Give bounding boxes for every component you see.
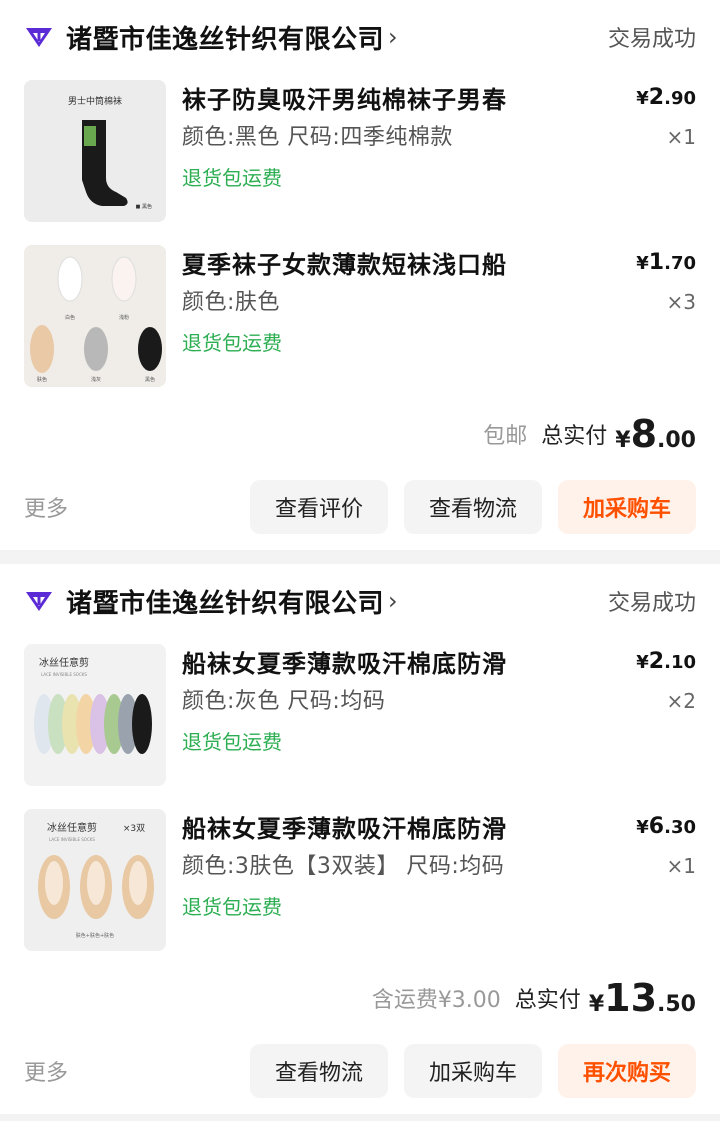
order-item[interactable]: 冰丝任意剪 ×3双 LACE INVISIBLE SOCKS 肤色+肤色+肤色 …	[0, 803, 720, 968]
product-price: ¥2.90	[636, 85, 696, 110]
buy-again-button[interactable]: 再次购买	[558, 1044, 696, 1098]
order-summary: 含运费¥3.00 总实付 ¥13.50	[0, 968, 720, 1028]
svg-text:白色: 白色	[65, 314, 75, 321]
view-logistics-button[interactable]: 查看物流	[404, 480, 542, 534]
order-status: 交易成功	[607, 591, 696, 616]
svg-text:×3双: ×3双	[123, 823, 145, 834]
refund-badge: 退货包运费	[182, 331, 282, 355]
shop-header[interactable]: 诸暨市佳逸丝针织有限公司 › 交易成功	[0, 564, 720, 638]
order-actions: 更多 查看评价 查看物流 加采购车	[0, 464, 720, 550]
total-label: 总实付	[541, 424, 608, 449]
order-card: 诸暨市佳逸丝针织有限公司 › 交易成功 冰丝任意剪 LACE INVISIBLE…	[0, 564, 720, 1114]
refund-badge: 退货包运费	[182, 895, 282, 919]
product-title[interactable]: 船袜女夏季薄款吸汗棉底防滑	[182, 646, 696, 682]
product-image[interactable]: 白色 浅粉 肤色 浅灰 黑色	[24, 245, 166, 387]
order-item[interactable]: 白色 浅粉 肤色 浅灰 黑色 夏季袜子女款薄款短袜浅口船 颜色:肤色 退货包运费…	[0, 239, 720, 404]
refund-badge: 退货包运费	[182, 166, 282, 190]
product-spec: 颜色:黑色 尺码:四季纯棉款	[182, 125, 453, 150]
more-button[interactable]: 更多	[24, 1055, 68, 1087]
order-status: 交易成功	[607, 27, 696, 52]
product-quantity: ×2	[666, 689, 696, 713]
svg-text:黑色: 黑色	[145, 376, 155, 383]
more-button[interactable]: 更多	[24, 491, 68, 523]
product-quantity: ×1	[666, 125, 696, 149]
order-item[interactable]: 男士中筒棉袜 ■ 黑色 袜子防臭吸汗男纯棉袜子男春 颜色:黑色 尺码:四季纯棉款…	[0, 74, 720, 239]
shop-logo-icon	[24, 589, 54, 613]
product-price: ¥1.70	[636, 250, 696, 275]
product-spec: 颜色:肤色	[182, 290, 280, 315]
thumb-caption: 男士中筒棉袜	[68, 95, 122, 107]
shop-name[interactable]: 诸暨市佳逸丝针织有限公司	[66, 583, 384, 620]
svg-text:浅灰: 浅灰	[91, 376, 101, 383]
order-item[interactable]: 冰丝任意剪 LACE INVISIBLE SOCKS 船袜女夏季薄款吸汗棉底防滑…	[0, 638, 720, 803]
svg-text:冰丝任意剪: 冰丝任意剪	[47, 821, 97, 834]
product-price: ¥6.30	[636, 814, 696, 839]
svg-text:LACE INVISIBLE SOCKS: LACE INVISIBLE SOCKS	[49, 837, 95, 842]
refund-badge: 退货包运费	[182, 730, 282, 754]
product-image[interactable]: 冰丝任意剪 LACE INVISIBLE SOCKS	[24, 644, 166, 786]
shop-header[interactable]: 诸暨市佳逸丝针织有限公司 › 交易成功	[0, 0, 720, 74]
thumb-tag: ■ 黑色	[136, 203, 152, 210]
svg-text:冰丝任意剪: 冰丝任意剪	[39, 656, 89, 669]
product-title[interactable]: 船袜女夏季薄款吸汗棉底防滑	[182, 811, 696, 847]
total-amount: ¥8.00	[615, 412, 696, 456]
svg-text:LACE INVISIBLE SOCKS: LACE INVISIBLE SOCKS	[41, 672, 87, 677]
chevron-right-icon: ›	[388, 587, 398, 615]
order-actions: 更多 查看物流 加采购车 再次购买	[0, 1028, 720, 1114]
shop-name[interactable]: 诸暨市佳逸丝针织有限公司	[66, 19, 384, 56]
order-card: 诸暨市佳逸丝针织有限公司 › 交易成功 男士中筒棉袜 ■ 黑色 袜子防臭吸汗男纯…	[0, 0, 720, 550]
product-spec: 颜色:3肤色【3双装】 尺码:均码	[182, 854, 505, 879]
product-price: ¥2.10	[636, 649, 696, 674]
svg-text:肤色+肤色+肤色: 肤色+肤色+肤色	[76, 932, 114, 939]
svg-text:浅粉: 浅粉	[119, 314, 129, 321]
add-to-cart-button[interactable]: 加采购车	[404, 1044, 542, 1098]
product-image[interactable]: 冰丝任意剪 ×3双 LACE INVISIBLE SOCKS 肤色+肤色+肤色	[24, 809, 166, 951]
product-image[interactable]: 男士中筒棉袜 ■ 黑色	[24, 80, 166, 222]
product-quantity: ×1	[666, 854, 696, 878]
svg-text:肤色: 肤色	[37, 376, 47, 383]
add-to-cart-button[interactable]: 加采购车	[558, 480, 696, 534]
shipping-info: 包邮	[483, 424, 528, 449]
view-review-button[interactable]: 查看评价	[250, 480, 388, 534]
product-title[interactable]: 袜子防臭吸汗男纯棉袜子男春	[182, 82, 696, 118]
view-logistics-button[interactable]: 查看物流	[250, 1044, 388, 1098]
total-amount: ¥13.50	[588, 976, 696, 1020]
chevron-right-icon: ›	[388, 23, 398, 51]
product-title[interactable]: 夏季袜子女款薄款短袜浅口船	[182, 247, 696, 283]
total-label: 总实付	[514, 988, 581, 1013]
shop-logo-icon	[24, 25, 54, 49]
product-quantity: ×3	[666, 290, 696, 314]
order-summary: 包邮 总实付 ¥8.00	[0, 404, 720, 464]
shipping-info: 含运费¥3.00	[371, 988, 501, 1013]
product-spec: 颜色:灰色 尺码:均码	[182, 689, 386, 714]
